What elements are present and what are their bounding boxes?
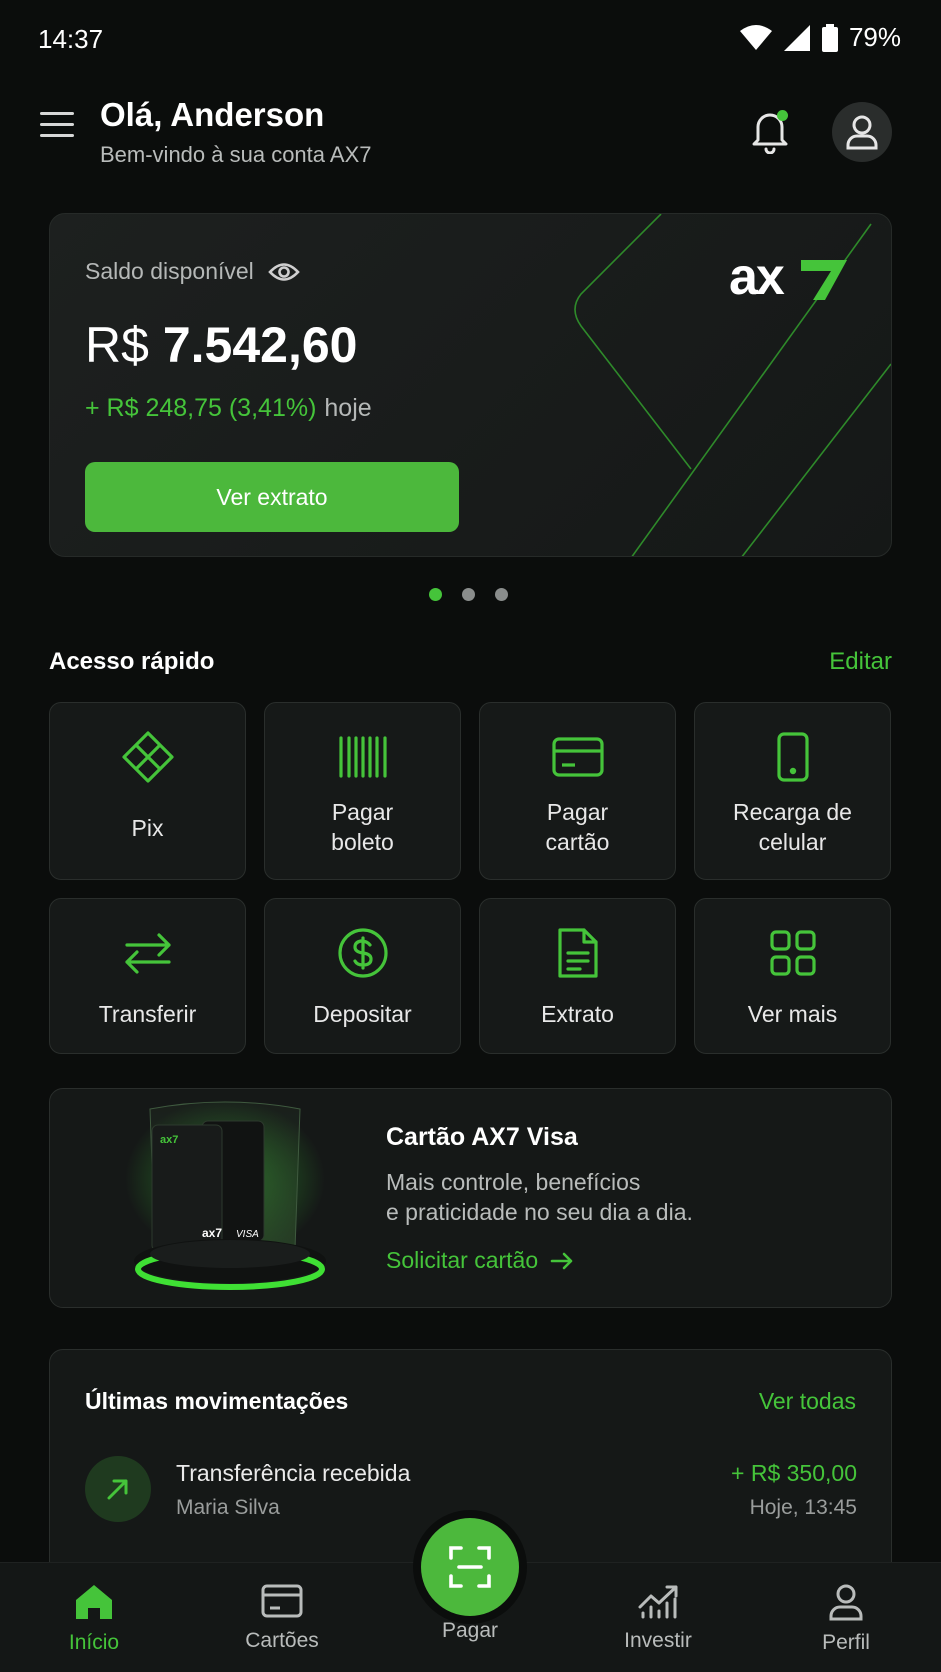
quick-pix[interactable]: Pix bbox=[49, 702, 246, 880]
ax7-logo: ax bbox=[729, 248, 853, 307]
card-icon bbox=[261, 1584, 303, 1618]
recent-movements-title: Últimas movimentações bbox=[85, 1388, 349, 1414]
notification-dot bbox=[777, 110, 788, 121]
quick-statement-label: Extrato bbox=[541, 1001, 614, 1027]
barcode-icon bbox=[338, 736, 387, 778]
document-icon bbox=[557, 928, 598, 978]
balance-label-text: Saldo disponível bbox=[85, 258, 254, 284]
pay-scan-button[interactable] bbox=[421, 1518, 519, 1616]
quick-deposit[interactable]: Depositar bbox=[264, 898, 461, 1054]
quick-pay-boleto-label: Pagar boleto bbox=[331, 799, 394, 855]
user-icon bbox=[846, 115, 878, 150]
promo-description-line-1: Mais controle, benefícios bbox=[386, 1169, 641, 1195]
status-time: 14:37 bbox=[38, 24, 104, 54]
balance-change-value: + R$ 248,75 (3,41%) bbox=[85, 394, 317, 422]
quick-transfer[interactable]: Transferir bbox=[49, 898, 246, 1054]
arrow-right-icon bbox=[550, 1252, 573, 1269]
eye-icon[interactable] bbox=[268, 261, 300, 283]
carousel-dot-1[interactable] bbox=[429, 588, 442, 601]
see-all-link[interactable]: Ver todas bbox=[759, 1388, 856, 1415]
svg-text:VISA: VISA bbox=[236, 1229, 259, 1240]
card-pedestal-illustration: ax7 ax7 VISA bbox=[125, 1099, 326, 1290]
carousel-dot-3[interactable] bbox=[495, 588, 508, 601]
view-statement-button[interactable]: Ver extrato bbox=[85, 462, 459, 532]
status-icons: 79% bbox=[739, 22, 901, 53]
transaction-name: Transferência recebida bbox=[176, 1460, 411, 1486]
quick-see-more-label: Ver mais bbox=[747, 1001, 838, 1027]
quick-statement[interactable]: Extrato bbox=[479, 898, 676, 1054]
balance-card: Saldo disponível R$ 7.542,60 + R$ 248,75… bbox=[49, 213, 892, 557]
svg-text:ax7: ax7 bbox=[160, 1134, 178, 1146]
smartphone-icon bbox=[776, 732, 809, 782]
balance-currency: R$ bbox=[85, 317, 149, 373]
balance-change: + R$ 248,75 (3,41%) hoje bbox=[85, 394, 372, 423]
transaction-amount: + R$ 350,00 bbox=[731, 1460, 857, 1486]
promo-title: Cartão AX7 Visa bbox=[386, 1123, 578, 1151]
nav-home-label: Início bbox=[68, 1631, 120, 1654]
transaction-row[interactable]: Transferência recebida Maria Silva + R$ … bbox=[85, 1456, 857, 1526]
transaction-time: Hoje, 13:45 bbox=[749, 1496, 857, 1519]
nav-invest[interactable]: Investir bbox=[593, 1583, 723, 1653]
user-icon bbox=[829, 1584, 863, 1621]
card-promo-banner[interactable]: ax7 ax7 VISA Cartão AX7 Visa Mais contro… bbox=[49, 1088, 892, 1308]
transaction-counterparty: Maria Silva bbox=[176, 1496, 280, 1519]
dollar-circle-icon bbox=[337, 928, 388, 978]
transfer-arrows-icon bbox=[124, 933, 171, 974]
profile-avatar-button[interactable] bbox=[832, 102, 892, 162]
battery-icon bbox=[821, 23, 838, 52]
wifi-icon bbox=[739, 24, 772, 50]
nav-cards-label: Cartões bbox=[245, 1629, 319, 1652]
quick-see-more[interactable]: Ver mais bbox=[694, 898, 891, 1054]
quick-pay-card-label: Pagar cartão bbox=[545, 799, 610, 855]
incoming-arrow-icon bbox=[85, 1456, 151, 1522]
quick-access-title: Acesso rápido bbox=[49, 648, 215, 675]
greeting-title: Olá, Anderson bbox=[100, 96, 325, 133]
promo-description-line-2: e praticidade no seu dia a dia. bbox=[386, 1199, 693, 1225]
notification-bell-icon[interactable] bbox=[748, 106, 796, 156]
grid-icon bbox=[769, 930, 816, 976]
svg-text:ax7: ax7 bbox=[202, 1226, 222, 1240]
cell-signal-icon bbox=[783, 24, 810, 51]
balance-value: 7.542,60 bbox=[162, 317, 358, 373]
quick-pay-card[interactable]: Pagar cartão bbox=[479, 702, 676, 880]
quick-access-edit-link[interactable]: Editar bbox=[829, 648, 892, 676]
home-icon bbox=[76, 1585, 112, 1619]
credit-card-icon bbox=[551, 737, 604, 777]
balance-amount: R$ 7.542,60 bbox=[85, 316, 357, 374]
quick-access-grid: Pix Pagar boleto Pagar cartão Recarga de… bbox=[49, 702, 892, 1054]
promo-description: Mais controle, benefícios e praticidade … bbox=[386, 1167, 806, 1227]
battery-percent: 79% bbox=[848, 22, 901, 52]
quick-pix-label: Pix bbox=[131, 815, 164, 841]
quick-phone-recharge-label: Recarga de celular bbox=[733, 799, 852, 855]
scan-icon bbox=[449, 1546, 491, 1588]
quick-pay-boleto[interactable]: Pagar boleto bbox=[264, 702, 461, 880]
nav-pay[interactable]: Pagar bbox=[405, 1619, 535, 1643]
nav-invest-label: Investir bbox=[624, 1629, 692, 1652]
balance-label: Saldo disponível bbox=[85, 258, 300, 285]
request-card-link[interactable]: Solicitar cartão bbox=[386, 1247, 574, 1274]
greeting-subtitle: Bem-vindo à sua conta AX7 bbox=[100, 142, 372, 167]
menu-icon[interactable] bbox=[40, 112, 74, 140]
carousel-indicator bbox=[429, 588, 508, 601]
svg-text:ax: ax bbox=[729, 250, 785, 302]
quick-phone-recharge[interactable]: Recarga de celular bbox=[694, 702, 891, 880]
request-card-label: Solicitar cartão bbox=[386, 1247, 539, 1273]
nav-profile-label: Perfil bbox=[822, 1631, 870, 1654]
quick-transfer-label: Transferir bbox=[98, 1001, 197, 1027]
chart-icon bbox=[638, 1585, 678, 1619]
pix-icon bbox=[121, 731, 174, 783]
nav-cards[interactable]: Cartões bbox=[217, 1583, 347, 1653]
carousel-dot-2[interactable] bbox=[462, 588, 475, 601]
nav-pay-label: Pagar bbox=[441, 1619, 499, 1642]
balance-change-period: hoje bbox=[324, 394, 372, 422]
nav-profile[interactable]: Perfil bbox=[781, 1583, 911, 1655]
quick-deposit-label: Depositar bbox=[313, 1001, 412, 1027]
nav-home[interactable]: Início bbox=[29, 1583, 159, 1655]
